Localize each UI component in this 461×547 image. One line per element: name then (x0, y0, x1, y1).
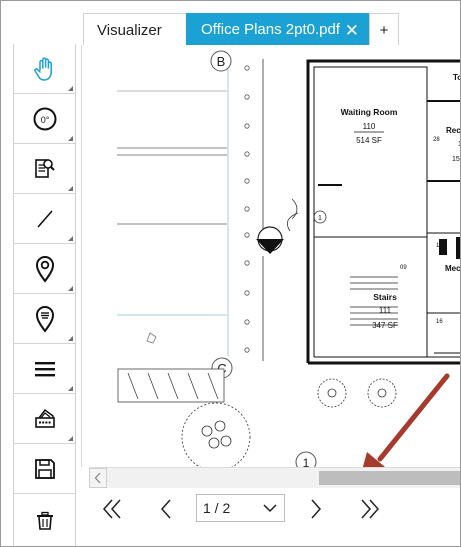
more-tools-indicator (68, 336, 73, 341)
save-icon (34, 458, 55, 479)
room-area-stairs: 347 SF (372, 321, 398, 330)
last-page-button[interactable] (355, 494, 385, 524)
layers-menu-icon (34, 361, 55, 376)
more-tools-indicator (68, 286, 73, 291)
location-tool-button[interactable] (14, 244, 75, 294)
more-tools-indicator (68, 86, 73, 91)
tool-palette: 0° (13, 44, 76, 546)
room-name-stairs: Stairs (373, 292, 397, 302)
pin-note-tool-button[interactable] (14, 294, 75, 344)
chevron-left-icon (94, 472, 101, 484)
delete-tool-button[interactable] (14, 494, 75, 544)
pan-tool-button[interactable] (14, 44, 75, 94)
pan-hand-icon (33, 56, 52, 81)
scrollbar-thumb[interactable] (319, 471, 460, 485)
tab-office-plans[interactable]: Office Plans 2pt0.pdf ✕ (186, 13, 369, 46)
grid-marker-1: 1 (303, 456, 310, 467)
rotate-icon: 0° (33, 107, 56, 130)
double-chevron-right-icon (361, 499, 380, 519)
layers-tool-button[interactable] (14, 344, 75, 394)
next-page-button[interactable] (301, 494, 331, 524)
room-name-toilet: To (453, 73, 461, 82)
room-number-stairs: 111 (379, 306, 392, 315)
chevron-right-icon (311, 499, 322, 519)
floor-plan-drawing: B C 1 1 Waiting Room 110 514 SF Stairs 1… (117, 50, 461, 467)
print-tool-button[interactable] (14, 394, 75, 444)
tab-bar: Visualizer Office Plans 2pt0.pdf ✕ + (83, 13, 460, 46)
room-tag: 09 (400, 265, 407, 271)
line-tool-button[interactable] (14, 194, 75, 244)
room-number-waiting: 110 (363, 122, 376, 131)
line-tool-icon (36, 209, 53, 228)
plus-icon: + (379, 21, 389, 39)
viewer-window: Visualizer Office Plans 2pt0.pdf ✕ + 0° (0, 0, 461, 547)
room-name-waiting: Waiting Room (341, 107, 398, 117)
save-tool-button[interactable] (14, 444, 75, 494)
print-icon (34, 408, 55, 428)
room-tag: 28 (433, 137, 440, 143)
chevron-left-icon (160, 499, 171, 519)
rotate-tool-button[interactable]: 0° (14, 94, 75, 144)
room-tag: 16 (436, 319, 443, 325)
page-selector-value: 1 / 2 (203, 500, 231, 516)
page-selector[interactable]: 1 / 2 (196, 494, 285, 522)
room-area-waiting: 514 SF (356, 136, 382, 145)
scroll-left-button[interactable] (89, 468, 107, 488)
close-tab-icon[interactable]: ✕ (345, 21, 359, 41)
more-tools-indicator (68, 236, 73, 241)
more-tools-indicator (68, 136, 73, 141)
location-pin-icon (35, 255, 54, 283)
previous-page-button[interactable] (151, 494, 181, 524)
inspect-tool-button[interactable] (14, 144, 75, 194)
more-tools-indicator (68, 386, 73, 391)
tab-visualizer-label: Visualizer (97, 21, 162, 39)
pin-notes-icon (35, 305, 54, 333)
first-page-button[interactable] (97, 494, 127, 524)
room-area-reception: 15 (452, 156, 460, 163)
delete-icon (36, 511, 53, 530)
horizontal-scrollbar[interactable] (89, 467, 460, 488)
inspect-document-icon (34, 158, 55, 178)
double-chevron-left-icon (102, 499, 121, 519)
room-tag: 1 (318, 215, 322, 222)
grid-marker-b: B (217, 54, 226, 69)
more-tools-indicator (68, 186, 73, 191)
room-name-mech: Mec (445, 264, 461, 273)
drawing-canvas[interactable]: B C 1 1 Waiting Room 110 514 SF Stairs 1… (81, 45, 461, 467)
room-tag: 19 (436, 243, 443, 249)
more-tools-indicator (68, 436, 73, 441)
tab-visualizer[interactable]: Visualizer (83, 13, 187, 46)
add-tab-button[interactable]: + (369, 13, 399, 46)
room-name-reception: Rece (446, 126, 461, 135)
tab-office-plans-label: Office Plans 2pt0.pdf (201, 21, 340, 38)
annotation-arrow (377, 373, 450, 462)
svg-text:0°: 0° (40, 115, 49, 125)
chevron-down-icon (263, 504, 277, 513)
